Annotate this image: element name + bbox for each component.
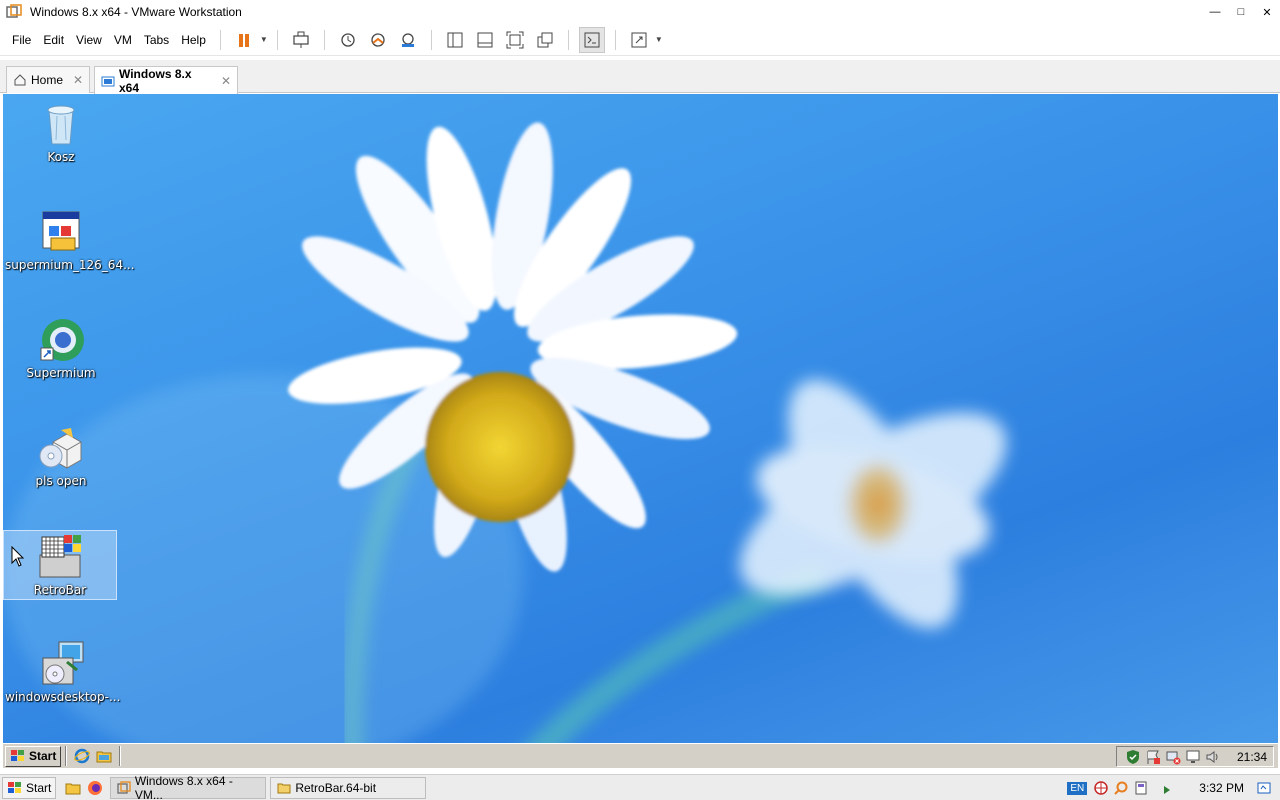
pause-dropdown-icon[interactable]: ▼ xyxy=(259,27,269,53)
security-shield-icon[interactable] xyxy=(1125,749,1141,765)
home-icon xyxy=(13,73,27,87)
guest-screen[interactable]: Kosz supermium_126_64... Supermium pls o… xyxy=(3,94,1278,768)
close-button[interactable]: ✕ xyxy=(1254,0,1280,24)
window-title: Windows 8.x x64 - VMware Workstation xyxy=(30,5,242,19)
full-screen-icon[interactable] xyxy=(502,27,528,53)
supermium-browser-icon xyxy=(37,316,85,364)
library-icon[interactable] xyxy=(442,27,468,53)
folder-icon xyxy=(277,783,291,793)
desktop-icon-windowsdesktop[interactable]: windowsdesktop-... xyxy=(5,640,121,704)
action-center-flag-icon[interactable] xyxy=(1145,749,1161,765)
installer-icon xyxy=(37,208,85,256)
menu-help[interactable]: Help xyxy=(175,24,212,56)
tab-home[interactable]: Home ✕ xyxy=(6,66,90,93)
desktop-icon-label: RetroBar xyxy=(33,583,87,597)
guest-clock[interactable]: 21:34 xyxy=(1237,750,1267,764)
volume-icon[interactable] xyxy=(1205,749,1221,765)
network-error-icon[interactable] xyxy=(1165,749,1181,765)
menu-edit[interactable]: Edit xyxy=(37,24,70,56)
host-system-tray: EN 3:32 PM xyxy=(1067,775,1280,800)
snapshot-take-icon[interactable] xyxy=(335,27,361,53)
play-arrow-icon[interactable] xyxy=(1159,780,1175,796)
toolbar-separator xyxy=(219,29,221,50)
language-indicator[interactable]: EN xyxy=(1067,781,1088,795)
desktop-icon-label: supermium_126_64... xyxy=(5,258,135,272)
guest-start-button[interactable]: Start xyxy=(5,745,62,767)
host-clock[interactable]: 3:32 PM xyxy=(1199,781,1244,795)
windows-logo-icon xyxy=(11,750,24,761)
tab-windows-8-label: Windows 8.x x64 xyxy=(119,66,192,95)
menu-tabs[interactable]: Tabs xyxy=(138,24,175,56)
menu-vm[interactable]: VM xyxy=(108,24,138,56)
title-bar: Windows 8.x x64 - VMware Workstation — □… xyxy=(0,0,1280,24)
desktop-icon-label: Supermium xyxy=(26,366,96,380)
menu-toolbar: File Edit View VM Tabs Help ▼ ▼ xyxy=(0,24,1280,56)
firefox-icon[interactable] xyxy=(86,779,104,797)
toolbar-separator xyxy=(276,29,278,50)
desktop-icon-label: Kosz xyxy=(47,150,75,164)
file-explorer-icon[interactable] xyxy=(95,747,113,765)
toolbar-separator xyxy=(567,29,569,50)
console-view-icon[interactable] xyxy=(578,26,605,53)
desktop-icon-supermium[interactable]: Supermium xyxy=(5,316,117,380)
windows-logo-icon xyxy=(8,781,21,793)
file-manager-icon[interactable] xyxy=(64,779,82,797)
host-task-retrobar-label: RetroBar.64-bit xyxy=(295,780,377,795)
unity-icon[interactable] xyxy=(532,27,558,53)
stretch-dropdown-icon[interactable]: ▼ xyxy=(654,27,664,53)
menu-view[interactable]: View xyxy=(70,24,108,56)
snapshot-manager-icon[interactable] xyxy=(395,27,421,53)
guest-start-label: Start xyxy=(29,749,57,763)
host-task-vmware-label: Windows 8.x x64 - VM... xyxy=(134,773,233,800)
mouse-cursor-icon xyxy=(11,546,25,567)
thumbnail-bar-icon[interactable] xyxy=(472,27,498,53)
taskbar-separator xyxy=(119,746,122,766)
host-task-retrobar[interactable]: RetroBar.64-bit xyxy=(270,776,427,799)
maximize-button[interactable]: □ xyxy=(1228,0,1254,24)
guest-system-tray: 21:34 xyxy=(1115,746,1274,767)
vm-icon xyxy=(101,74,115,88)
internet-explorer-icon[interactable] xyxy=(73,747,91,765)
minimize-button[interactable]: — xyxy=(1202,0,1228,24)
display-icon[interactable] xyxy=(1185,749,1201,765)
tab-windows-8-close-icon[interactable]: ✕ xyxy=(221,74,231,88)
search-magnifier-icon[interactable] xyxy=(1113,780,1129,796)
snapshot-revert-icon[interactable] xyxy=(365,27,391,53)
desktop-icon-supermium-installer[interactable]: supermium_126_64... xyxy=(5,208,135,272)
stretch-guest-icon[interactable] xyxy=(626,27,652,53)
desktop-icon-kosz[interactable]: Kosz xyxy=(5,100,117,164)
vmware-app-icon xyxy=(6,4,22,20)
taskbar-separator xyxy=(65,746,68,766)
toolbar-separator xyxy=(323,29,325,50)
vmware-task-icon xyxy=(117,780,131,794)
tab-strip: Home ✕ Windows 8.x x64 ✕ xyxy=(0,60,1280,95)
pause-icon[interactable] xyxy=(231,27,257,53)
notification-icon[interactable] xyxy=(1256,780,1272,796)
desktop-icon-label: pls open xyxy=(35,474,87,488)
desktop-icon-pls-open[interactable]: pls open xyxy=(5,424,117,488)
host-start-button[interactable]: Start xyxy=(2,776,57,799)
retrobar-icon xyxy=(36,533,84,581)
clipboard-icon[interactable] xyxy=(1133,780,1149,796)
guest-taskbar: Start 21:34 xyxy=(3,743,1278,768)
toolbar-separator xyxy=(430,29,432,50)
recycle-bin-icon xyxy=(37,100,85,148)
menu-file[interactable]: File xyxy=(6,24,37,56)
tab-home-close-icon[interactable]: ✕ xyxy=(73,73,83,87)
tab-windows-8[interactable]: Windows 8.x x64 ✕ xyxy=(94,66,238,95)
host-start-label: Start xyxy=(26,780,52,795)
host-taskbar: Start Windows 8.x x64 - VM... RetroBar.6… xyxy=(0,774,1280,800)
desktop-icon-label: windowsdesktop-... xyxy=(5,690,121,704)
wallpaper-daisy-image xyxy=(3,122,1007,768)
package-icon xyxy=(37,424,85,472)
send-keys-icon[interactable] xyxy=(288,27,314,53)
globe-shield-icon[interactable] xyxy=(1093,780,1109,796)
tab-home-label: Home xyxy=(31,73,64,87)
setup-icon xyxy=(37,640,85,688)
host-task-vmware[interactable]: Windows 8.x x64 - VM... xyxy=(110,773,267,800)
toolbar-separator xyxy=(614,29,616,50)
